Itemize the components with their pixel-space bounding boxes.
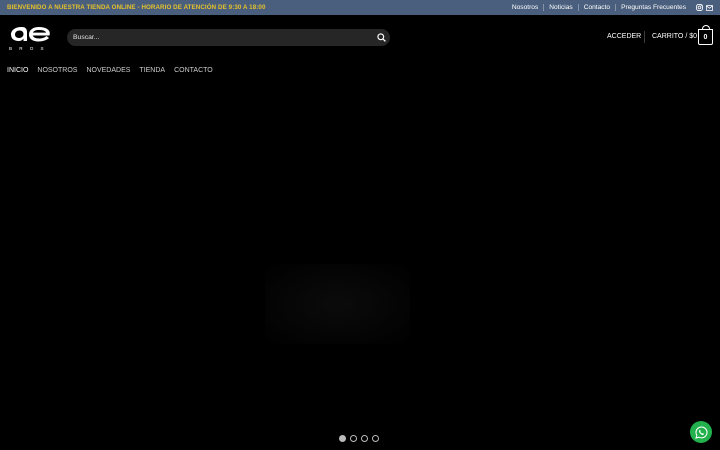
- site-logo[interactable]: BROS: [8, 24, 52, 51]
- instagram-icon[interactable]: [696, 4, 703, 11]
- slider-dot-2[interactable]: [350, 435, 357, 442]
- nav-item-novedades[interactable]: NOVEDADES: [86, 67, 130, 74]
- slider-dot-3[interactable]: [361, 435, 368, 442]
- slider-dot-4[interactable]: [372, 435, 379, 442]
- svg-text:BROS: BROS: [9, 46, 51, 51]
- search-icon: [376, 33, 386, 42]
- top-link-nosotros[interactable]: Nosotros: [507, 4, 543, 11]
- nav-item-contacto[interactable]: CONTACTO: [174, 67, 213, 74]
- cart-icon[interactable]: 0: [698, 25, 713, 45]
- header: BROS ACCEDER CARRITO / $0 0: [0, 15, 720, 61]
- search-input[interactable]: [67, 29, 372, 46]
- search-button[interactable]: [372, 29, 390, 46]
- search-bar: [67, 29, 390, 46]
- cart-count: 0: [703, 33, 708, 41]
- slider-dot-1[interactable]: [339, 435, 346, 442]
- nav-item-inicio[interactable]: INICIO: [7, 67, 28, 74]
- nav-item-tienda[interactable]: TIENDA: [139, 67, 165, 74]
- divider: [644, 31, 645, 43]
- login-link[interactable]: ACCEDER: [607, 33, 641, 40]
- hero-image: [265, 264, 410, 344]
- welcome-message: BIENVENIDO A NUESTRA TIENDA ONLINE - HOR…: [7, 4, 266, 11]
- social-icons: [696, 4, 713, 11]
- slider-dots: [339, 435, 379, 442]
- top-link-contacto[interactable]: Contacto: [579, 4, 615, 11]
- top-link-noticias[interactable]: Noticias: [544, 4, 577, 11]
- whatsapp-icon: [694, 425, 708, 439]
- cart-link[interactable]: CARRITO / $0: [652, 33, 697, 40]
- top-link-preguntas-frecuentes[interactable]: Preguntas Frecuentes: [616, 4, 691, 11]
- main-nav: INICIO NOSOTROS NOVEDADES TIENDA CONTACT…: [7, 67, 222, 74]
- top-bar: BIENVENIDO A NUESTRA TIENDA ONLINE - HOR…: [0, 0, 720, 15]
- nav-item-nosotros[interactable]: NOSOTROS: [37, 67, 77, 74]
- top-links: Nosotros Noticias Contacto Preguntas Fre…: [507, 0, 713, 15]
- mail-icon[interactable]: [706, 4, 713, 11]
- hero-slider[interactable]: [0, 84, 720, 450]
- whatsapp-button[interactable]: [690, 421, 712, 443]
